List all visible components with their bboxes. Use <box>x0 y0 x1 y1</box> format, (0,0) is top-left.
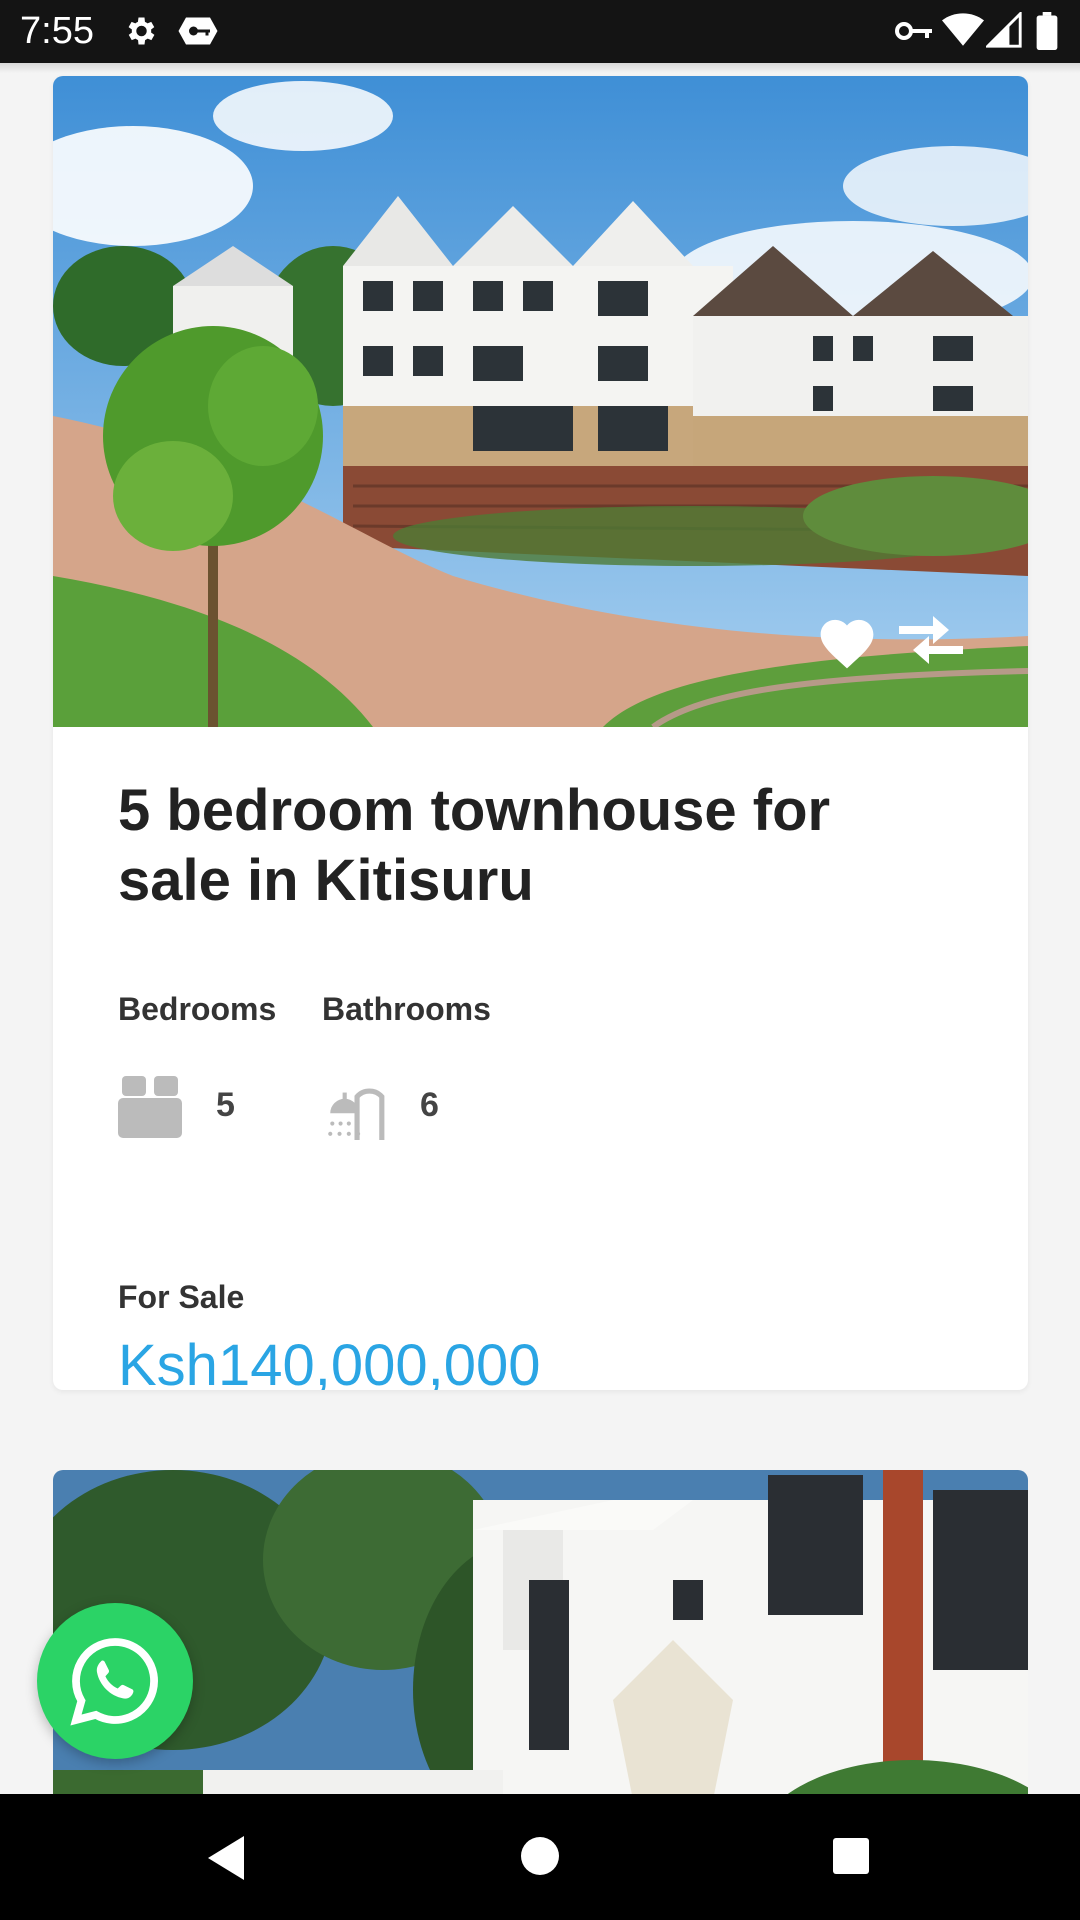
listing-card[interactable]: 5 bedroom townhouse for sale in Kitisuru… <box>53 76 1028 1390</box>
listing-card[interactable] <box>53 1470 1028 1800</box>
compare-arrows-icon[interactable] <box>899 606 963 670</box>
settings-gear-icon <box>128 17 155 45</box>
listing-status: For Sale <box>118 1279 245 1315</box>
property-photo[interactable] <box>53 1470 1028 1800</box>
favorite-heart-icon[interactable] <box>815 612 879 670</box>
bed-icon <box>118 1076 182 1138</box>
status-time: 7:55 <box>20 10 94 52</box>
system-nav-bar <box>0 1794 1080 1920</box>
back-icon[interactable] <box>204 1834 250 1882</box>
status-bar: 7:55 <box>0 0 1080 63</box>
bathrooms-value: 6 <box>420 1086 439 1124</box>
whatsapp-icon <box>70 1638 158 1726</box>
home-icon[interactable] <box>518 1834 562 1878</box>
cell-signal-icon <box>986 12 1022 48</box>
listing-title[interactable]: 5 bedroom townhouse for sale in Kitisuru <box>118 776 958 916</box>
vpn-key-icon <box>178 17 218 45</box>
property-photo[interactable] <box>53 76 1028 727</box>
whatsapp-chat-button[interactable] <box>37 1603 193 1759</box>
bathrooms-label: Bathrooms <box>322 991 491 1027</box>
listing-price: Ksh140,000,000 <box>118 1333 541 1390</box>
shower-icon <box>328 1088 385 1140</box>
feature-values: 5 6 <box>118 1074 618 1144</box>
recent-apps-icon[interactable] <box>831 1836 871 1876</box>
battery-icon <box>1036 12 1058 50</box>
bedrooms-label: Bedrooms <box>118 991 277 1027</box>
bedrooms-value: 5 <box>216 1086 235 1124</box>
key-icon <box>895 22 932 40</box>
wifi-icon <box>942 13 984 46</box>
listing-details: 5 bedroom townhouse for sale in Kitisuru… <box>118 776 978 1390</box>
toolbar-shadow <box>0 63 1080 73</box>
